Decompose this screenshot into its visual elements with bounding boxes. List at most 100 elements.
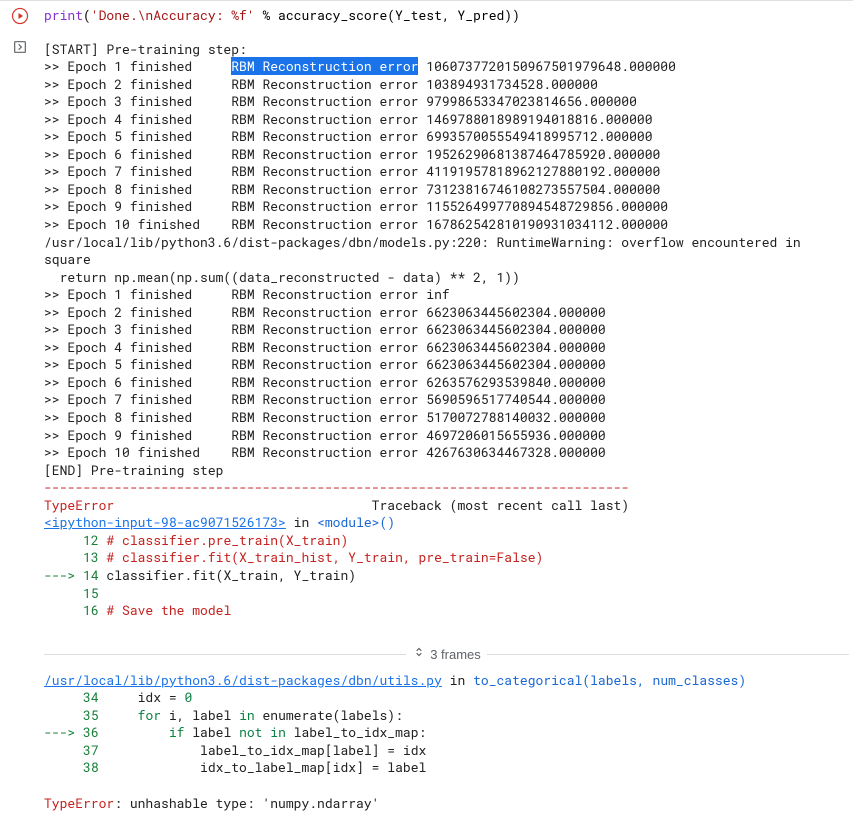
warning-line: /usr/local/lib/python3.6/dist-packages/d…: [44, 233, 809, 269]
epoch-line: RBM Reconstruction error 115526499770894…: [231, 197, 668, 215]
epoch-line: >> Epoch 10 finished RBM Reconstruction …: [44, 443, 606, 461]
error-type: TypeError: [44, 794, 114, 812]
lineno: 16: [83, 601, 106, 619]
code-token: if: [169, 723, 185, 741]
epoch-line: >> Epoch 4 finished RBM Reconstruction e…: [44, 338, 606, 356]
epoch-line: RBM Reconstruction error 103894931734528…: [231, 75, 598, 93]
epoch-prefix: >> Epoch 5 finished: [44, 127, 231, 145]
code-token: enumerate(labels):: [255, 706, 403, 724]
output-row: [START] Pre-training step: >> Epoch 1 fi…: [0, 37, 853, 818]
highlighted-selection[interactable]: RBM Reconstruction error: [231, 57, 418, 75]
epoch-line: RBM Reconstruction error 146978801898919…: [231, 110, 652, 128]
lineno: 34: [83, 688, 106, 706]
code-token: 0: [184, 688, 192, 706]
epoch-line: >> Epoch 9 finished RBM Reconstruction e…: [44, 426, 606, 444]
error-separator: ----------------------------------------…: [44, 478, 629, 496]
lineno: 12: [83, 531, 106, 549]
lineno: 13: [83, 548, 106, 566]
func-name: to_categorical: [473, 671, 582, 689]
epoch-line: RBM Reconstruction error 411919578189621…: [231, 162, 660, 180]
epoch-prefix: >> Epoch 6 finished: [44, 145, 231, 163]
code-token: label_to_idx_map:: [286, 723, 426, 741]
lineno: 35: [83, 706, 106, 724]
epoch-line: RBM Reconstruction error 979986533470238…: [231, 92, 637, 110]
pad: [44, 601, 83, 619]
code-line: # classifier.pre_train(X_train): [106, 531, 348, 549]
pad: [44, 531, 83, 549]
code-token: in: [239, 706, 255, 724]
epoch-line: RBM Reconstruction error 699357005554941…: [231, 127, 652, 145]
pad: [44, 741, 83, 759]
lineno: 38: [83, 758, 106, 776]
warning-line: return np.mean(np.sum((data_reconstructe…: [44, 268, 520, 286]
code-token: % accuracy_score(Y_test, Y_pred)): [255, 6, 520, 24]
epoch-prefix: >> Epoch 2 finished: [44, 75, 231, 93]
code-token: label_to_idx_map[label]: [106, 741, 387, 759]
arrow: --->: [44, 566, 83, 584]
output-collapse-icon[interactable]: [12, 39, 28, 818]
traceback-link[interactable]: /usr/local/lib/python3.6/dist-packages/d…: [44, 671, 442, 689]
code-token: print: [44, 6, 83, 24]
error-type: TypeError: [44, 496, 114, 514]
run-cell-icon[interactable]: [11, 7, 29, 25]
arrow: --->: [44, 723, 83, 741]
epoch-value: 1060737720150967501979648.000000: [418, 57, 675, 75]
epoch-line: RBM Reconstruction error 167862542810190…: [231, 215, 668, 233]
epoch-prefix: >> Epoch 10 finished: [44, 215, 231, 233]
epoch-prefix: >> Epoch 9 finished: [44, 197, 231, 215]
pad: [44, 706, 83, 724]
epoch-prefix: >> Epoch 3 finished: [44, 92, 231, 110]
frames-expander[interactable]: 3 frames: [44, 645, 849, 664]
paren: (): [379, 513, 395, 531]
cell-gutter: [0, 5, 40, 33]
lineno: 14: [83, 566, 106, 584]
code-token: (: [83, 6, 91, 24]
in-word: in: [286, 513, 317, 531]
epoch-line: >> Epoch 5 finished RBM Reconstruction e…: [44, 355, 606, 373]
in-word: in: [442, 671, 473, 689]
code-token: idx: [106, 688, 168, 706]
code-token: [106, 723, 168, 741]
pad: [44, 758, 83, 776]
pad: [44, 548, 83, 566]
spacer: [114, 496, 371, 514]
output-line: [START] Pre-training step:: [44, 40, 247, 58]
code-token: not in: [239, 723, 286, 741]
traceback-label: Traceback (most recent call last): [372, 496, 629, 514]
epoch-line: >> Epoch 8 finished RBM Reconstruction e…: [44, 408, 606, 426]
chevron-up-down-icon: [412, 645, 426, 664]
epoch-line: >> Epoch 6 finished RBM Reconstruction e…: [44, 373, 606, 391]
code-token: idx: [395, 741, 426, 759]
code-token: 'Done.\nAccuracy: %f': [91, 6, 255, 24]
code-token: =: [169, 688, 177, 706]
epoch-prefix: >> Epoch 1 finished: [44, 57, 231, 75]
code-line: # classifier.fit(X_train_hist, Y_train, …: [106, 548, 543, 566]
pad: [44, 584, 83, 602]
epoch-line: >> Epoch 2 finished RBM Reconstruction e…: [44, 303, 606, 321]
code-token: i, label: [161, 706, 239, 724]
frames-label: 3 frames: [430, 646, 481, 664]
traceback-link[interactable]: <ipython-input-98-ac9071526173>: [44, 513, 286, 531]
code-token: idx_to_label_map[idx]: [106, 758, 371, 776]
epoch-line: >> Epoch 1 finished RBM Reconstruction e…: [44, 285, 450, 303]
code-input-area[interactable]: print('Done.\nAccuracy: %f' % accuracy_s…: [40, 5, 853, 33]
lineno: 37: [83, 741, 106, 759]
pad: [44, 688, 83, 706]
output-line: [END] Pre-training step: [44, 461, 223, 479]
output-area: [START] Pre-training step: >> Epoch 1 fi…: [40, 37, 853, 818]
code-token: =: [387, 741, 395, 759]
module-name: <module>: [317, 513, 379, 531]
code-token: for: [138, 706, 161, 724]
input-cell-row: print('Done.\nAccuracy: %f' % accuracy_s…: [0, 0, 853, 37]
epoch-line: >> Epoch 3 finished RBM Reconstruction e…: [44, 320, 606, 338]
epoch-line: RBM Reconstruction error 731238167461082…: [231, 180, 660, 198]
code-token: [106, 706, 137, 724]
epoch-prefix: >> Epoch 4 finished: [44, 110, 231, 128]
epoch-line: >> Epoch 7 finished RBM Reconstruction e…: [44, 390, 606, 408]
code-token: =: [372, 758, 380, 776]
error-message: : unhashable type: 'numpy.ndarray': [114, 794, 379, 812]
lineno: 36: [83, 723, 106, 741]
code-line: # Save the model: [106, 601, 231, 619]
code-token: label: [184, 723, 239, 741]
epoch-prefix: >> Epoch 8 finished: [44, 180, 231, 198]
